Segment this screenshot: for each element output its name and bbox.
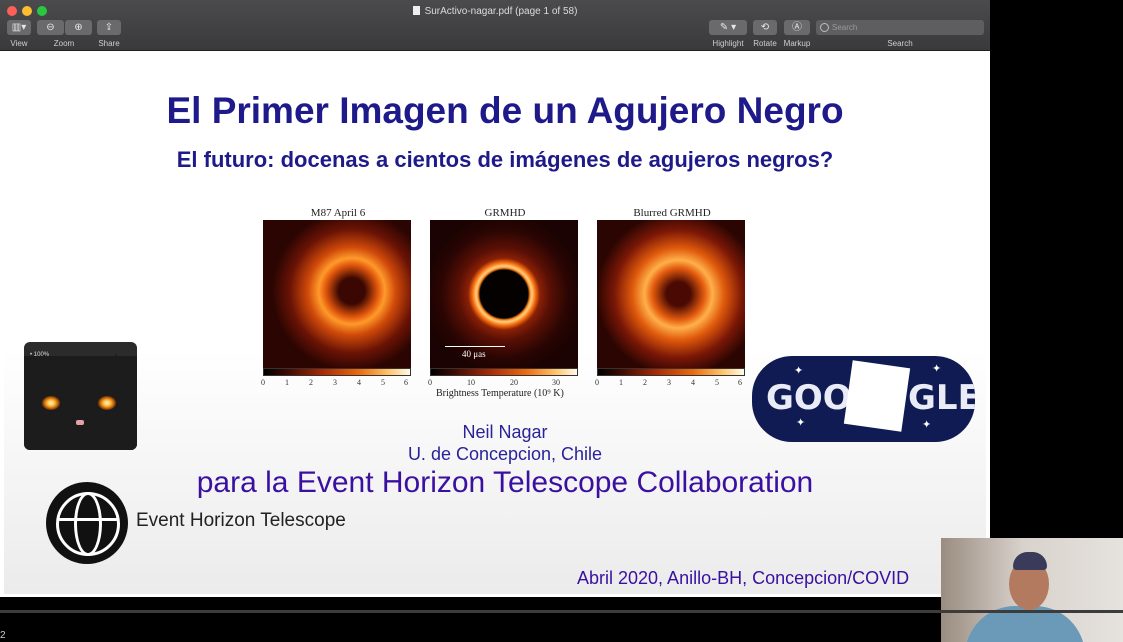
google-text-right: GLE: [908, 378, 975, 418]
highlighter-icon: ✎ ▾: [719, 22, 737, 33]
colorbar-tick: 2: [643, 378, 647, 387]
colorbar-tick: 1: [285, 378, 289, 387]
colorbar-tick: 4: [357, 378, 361, 387]
cat-eye: [98, 396, 116, 410]
colorbar-tick: 5: [381, 378, 385, 387]
zoom-out-icon: ⊖: [46, 22, 55, 33]
sparkle-icon: ✦: [922, 419, 932, 431]
video-progress-bar[interactable]: [0, 610, 1123, 613]
view-button[interactable]: ▥▾: [7, 20, 31, 35]
cat-nose: [76, 420, 84, 425]
slide-subtitle: El futuro: docenas a cientos de imágenes…: [176, 147, 834, 172]
markup-icon: Ⓐ: [792, 22, 802, 33]
colorbar: [597, 368, 745, 376]
search-icon: [820, 23, 829, 32]
blurred-grmhd-image: [597, 220, 745, 368]
sparkle-icon: ✦: [932, 363, 942, 375]
sparkle-icon: ✦: [794, 365, 804, 377]
black-hole-card: [843, 360, 911, 432]
share-icon: ⇪: [104, 22, 114, 33]
slide-footer: Abril 2020, Anillo-BH, Concepcion/COVID: [577, 568, 910, 588]
scale-label: 40 μas: [462, 349, 486, 359]
search-label: Search: [887, 39, 913, 48]
colorbar-tick: 6: [404, 378, 408, 387]
colorbar: [263, 368, 411, 376]
colorbar: [430, 368, 578, 376]
person-cap: [1013, 552, 1047, 570]
zoom-in-button[interactable]: ⊕: [65, 20, 92, 35]
collaboration-line: para la Event Horizon Telescope Collabor…: [196, 466, 814, 499]
toolbar: SurActivo-nagar.pdf (page 1 of 58) ▥▾ Vi…: [0, 0, 990, 51]
google-text-left: GOO: [766, 378, 852, 418]
document-icon: [412, 6, 420, 15]
cat-eye: [42, 396, 60, 410]
scale-bar: [445, 346, 505, 347]
colorbar-tick: 20: [510, 378, 518, 387]
rotate-label: Rotate: [753, 39, 777, 48]
m87-image: [263, 220, 411, 368]
eht-logo-text: Event Horizon Telescope: [136, 510, 346, 531]
webcam-feed: [941, 538, 1123, 642]
figure-title: M87 April 6: [310, 207, 366, 219]
colorbar-tick: 2: [309, 378, 313, 387]
colorbar-tick: 6: [738, 378, 742, 387]
colorbar-tick: 0: [595, 378, 599, 387]
share-label: Share: [98, 39, 120, 48]
window-title: SurActivo-nagar.pdf (page 1 of 58): [0, 6, 990, 17]
zoom-in-icon: ⊕: [74, 22, 83, 33]
figure-title: GRMHD: [484, 207, 526, 219]
colorbar-label: Brightness Temperature (10⁹ K): [436, 388, 564, 399]
colorbar-tick: 1: [619, 378, 623, 387]
colorbar-tick: 5: [715, 378, 719, 387]
sidebar-icon: ▥▾: [11, 22, 27, 33]
google-doodle-overlay: ✦ ✦ ✦ ✦ GOO GLE: [752, 356, 975, 442]
markup-button[interactable]: Ⓐ: [784, 20, 810, 35]
colorbar-tick: 4: [691, 378, 695, 387]
author-affiliation: U. de Concepcion, Chile: [407, 444, 603, 464]
search-input[interactable]: Search: [816, 20, 984, 35]
view-label: View: [10, 39, 28, 48]
cat-video-overlay: • 100%: [24, 342, 137, 450]
colorbar-tick: 3: [333, 378, 337, 387]
colorbar-tick: 0: [261, 378, 265, 387]
slide-title: El Primer Imagen de un Agujero Negro: [166, 90, 844, 131]
rotate-icon: ⟲: [760, 22, 770, 33]
zoom-label: Zoom: [53, 39, 75, 48]
bottom-text: 2: [0, 630, 6, 641]
highlight-button[interactable]: ✎ ▾: [709, 20, 747, 35]
markup-label: Markup: [783, 39, 811, 48]
eht-globe-logo: [46, 482, 128, 564]
highlight-label: Highlight: [712, 39, 744, 48]
share-button[interactable]: ⇪: [97, 20, 121, 35]
colorbar-tick: 30: [552, 378, 560, 387]
figure-title: Blurred GRMHD: [633, 207, 711, 219]
zoom-out-button[interactable]: ⊖: [37, 20, 64, 35]
cat-head: [24, 354, 137, 450]
preview-window: SurActivo-nagar.pdf (page 1 of 58) ▥▾ Vi…: [0, 0, 990, 597]
colorbar-tick: 0: [428, 378, 432, 387]
colorbar-tick: 3: [667, 378, 671, 387]
colorbar-tick: 10: [467, 378, 475, 387]
rotate-button[interactable]: ⟲: [753, 20, 777, 35]
